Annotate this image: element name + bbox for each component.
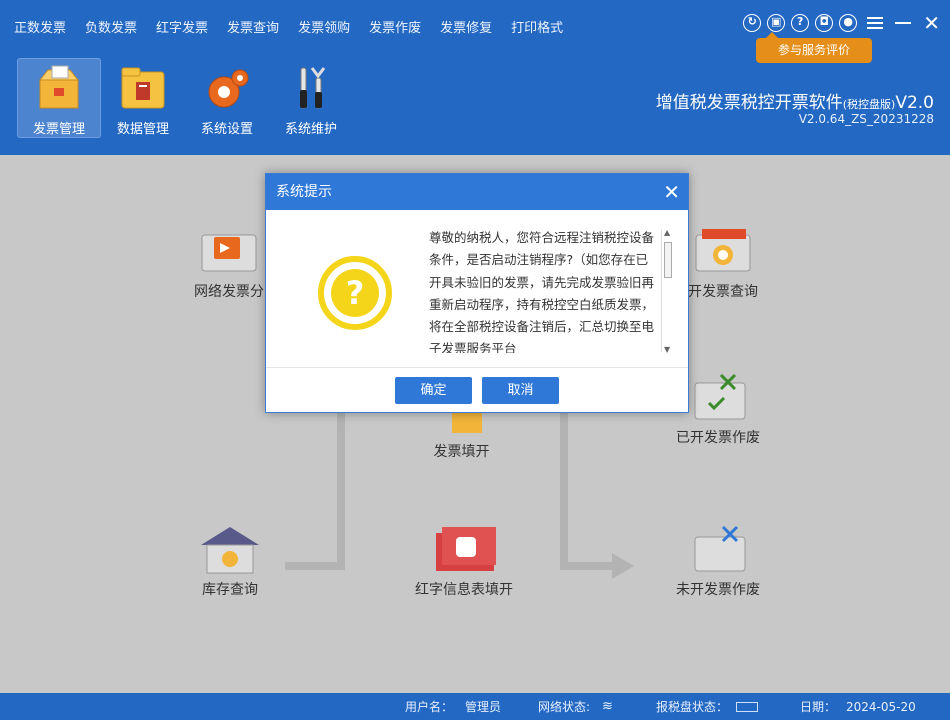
dialog-titlebar: 系统提示 ✕	[266, 174, 688, 210]
flow-arrow-icon	[612, 553, 634, 579]
flow-connector	[560, 410, 568, 570]
node-issued-invoice-query[interactable]: 开发票查询	[678, 225, 768, 301]
menu-item-negative-invoice[interactable]: 负数发票	[85, 17, 137, 36]
unissued-void-icon	[694, 525, 746, 572]
node-red-info-form[interactable]: 红字信息表填开	[414, 523, 514, 599]
user-label: 用户名：	[405, 700, 454, 714]
folder-icon	[121, 67, 165, 109]
tax-disk-status-label: 报税盘状态：	[656, 700, 729, 714]
app-header: 正数发票 负数发票 红字发票 发票查询 发票领购 发票作废 发票修复 打印格式 …	[0, 0, 950, 155]
menu-item-red-invoice[interactable]: 红字发票	[156, 17, 208, 36]
warehouse-icon	[201, 527, 259, 574]
date-label: 日期：	[800, 700, 837, 714]
node-unissued-invoice-void[interactable]: 未开发票作废	[668, 523, 768, 599]
menu-item-invoice-void[interactable]: 发票作废	[369, 17, 421, 36]
scroll-thumb[interactable]	[664, 242, 672, 278]
dialog-divider	[266, 367, 688, 368]
wifi-icon: ≋	[602, 699, 613, 714]
flow-connector	[560, 562, 620, 570]
user-value: 管理员	[465, 700, 502, 714]
service-evaluation-tip[interactable]: 参与服务评价	[756, 32, 872, 63]
user-icon[interactable]: ●	[839, 14, 858, 32]
status-bar: 用户名： 管理员 网络状态: ≋ 报税盘状态： 日期： 2024-05-20	[0, 693, 950, 720]
gear-icon	[208, 69, 249, 108]
system-prompt-dialog: 系统提示 ✕ ? 尊敬的纳税人，您符合远程注销税控设备条件，是否启动注销程序?（…	[265, 173, 689, 413]
confirm-button[interactable]: 确定	[395, 377, 472, 404]
node-stock-query[interactable]: 库存查询	[190, 523, 270, 599]
main-toolbar: 发票管理 数据管理 系统设置 系统维护	[17, 58, 353, 138]
question-icon: ?	[318, 256, 392, 330]
cancel-button[interactable]: 取消	[482, 377, 559, 404]
disk-status-icon	[736, 702, 758, 712]
dialog-title: 系统提示	[276, 184, 332, 200]
toolbar-system-settings[interactable]: 系统设置	[185, 58, 269, 138]
scroll-down-icon[interactable]: ▼	[664, 345, 670, 354]
dialog-close-icon[interactable]: ✕	[663, 174, 680, 210]
toolbar-label: 系统设置	[200, 122, 253, 137]
window-controls: ↻ ▣ ? ◘ ● ✕	[743, 13, 940, 33]
menu-item-positive-invoice[interactable]: 正数发票	[14, 17, 66, 36]
lock-icon[interactable]: ◘	[815, 14, 834, 32]
toolbar-invoice-management[interactable]: 发票管理	[17, 58, 101, 138]
toolbar-system-maintenance[interactable]: 系统维护	[269, 58, 353, 138]
toolbar-label: 数据管理	[116, 122, 169, 137]
message-scrollbar[interactable]: ▲ ▼	[661, 228, 673, 354]
flow-connector	[285, 562, 345, 570]
tools-icon	[300, 67, 326, 109]
menu-icon[interactable]	[867, 17, 884, 29]
invoice-void-icon	[694, 373, 746, 420]
node-network-invoice-distribution[interactable]: 网络发票分	[184, 225, 274, 301]
minimize-icon[interactable]	[895, 22, 912, 24]
dialog-message: 尊敬的纳税人，您符合远程注销税控设备条件，是否启动注销程序?（如您存在已开具未验…	[429, 230, 655, 353]
toolbar-data-management[interactable]: 数据管理	[101, 58, 185, 138]
invoice-send-icon	[201, 234, 257, 272]
product-edition: (税控盘版)	[842, 98, 896, 111]
toolbar-label: 发票管理	[32, 122, 85, 137]
red-invoice-icon	[436, 527, 496, 571]
date-value: 2024-05-20	[846, 699, 916, 714]
top-menu: 正数发票 负数发票 红字发票 发票查询 发票领购 发票作废 发票修复 打印格式	[0, 0, 582, 52]
menu-item-invoice-query[interactable]: 发票查询	[227, 17, 279, 36]
invoice-search-icon	[695, 229, 751, 272]
help-icon[interactable]: ?	[791, 14, 810, 32]
scroll-up-icon[interactable]: ▲	[664, 228, 670, 237]
menu-item-invoice-repair[interactable]: 发票修复	[440, 17, 492, 36]
close-icon[interactable]: ✕	[923, 13, 940, 33]
product-version: V2.0	[895, 93, 934, 113]
product-title: 增值税发票税控开票软件(税控盘版)V2.0	[656, 88, 934, 113]
service-icon[interactable]: ▣	[767, 14, 786, 32]
svg-text:?: ?	[346, 274, 365, 312]
network-status-label: 网络状态:	[538, 700, 591, 714]
invoice-box-icon	[38, 65, 80, 109]
toolbar-label: 系统维护	[284, 122, 337, 137]
refresh-icon[interactable]: ↻	[743, 14, 762, 32]
build-version: V2.0.64_ZS_20231228	[798, 112, 934, 126]
dialog-body: ? 尊敬的纳税人，您符合远程注销税控设备条件，是否启动注销程序?（如您存在已开具…	[266, 210, 688, 367]
menu-item-invoice-purchase[interactable]: 发票领购	[298, 17, 350, 36]
flow-connector	[337, 410, 345, 570]
menu-item-print-format[interactable]: 打印格式	[511, 17, 563, 36]
product-name: 增值税发票税控开票软件	[655, 93, 843, 113]
